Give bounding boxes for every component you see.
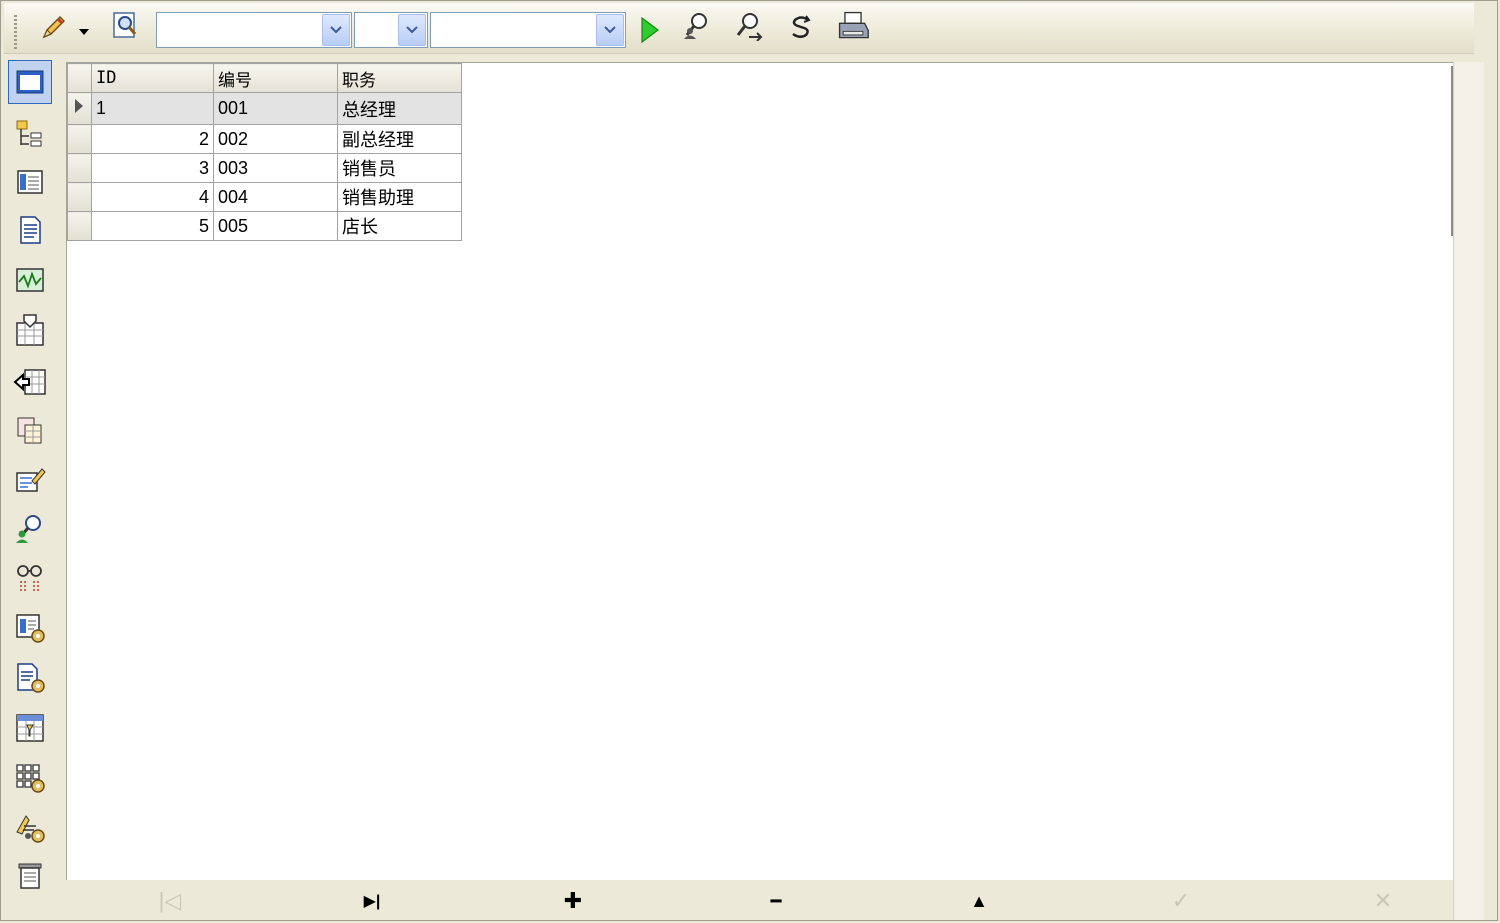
insert-record-button[interactable]: ✚ — [553, 884, 593, 918]
table-row[interactable]: 2 002 副总经理 — [67, 124, 462, 154]
last-record-button[interactable]: ▶| — [352, 884, 392, 918]
calendar-export-icon[interactable] — [8, 308, 52, 352]
cell-code[interactable]: 002 — [213, 124, 338, 154]
cell-code[interactable]: 005 — [213, 211, 338, 241]
cancel-record-icon: ✕ — [1373, 888, 1393, 913]
top-toolbar — [4, 3, 1474, 54]
tree-hierarchy-icon[interactable] — [8, 112, 52, 156]
cell-code[interactable]: 003 — [213, 153, 338, 183]
grid-filter-icon[interactable] — [8, 706, 52, 750]
cell-id[interactable]: 5 — [91, 211, 214, 241]
cell-id[interactable]: 2 — [91, 124, 214, 154]
table-row[interactable]: 1 001 总经理 — [67, 92, 462, 125]
first-record-icon: |◁ — [158, 888, 182, 913]
toolbar-grip[interactable] — [14, 15, 17, 49]
column-header-id[interactable]: ID — [91, 63, 214, 93]
cell-id[interactable]: 3 — [91, 153, 214, 183]
chevron-down-icon[interactable] — [398, 14, 426, 46]
row-indicator[interactable] — [67, 153, 92, 183]
refresh-s-icon[interactable] — [784, 10, 818, 44]
run-play-icon[interactable] — [632, 13, 666, 47]
chevron-down-icon[interactable] — [596, 14, 624, 46]
grid-multi-icon[interactable] — [8, 408, 52, 452]
cell-id[interactable]: 4 — [91, 182, 214, 212]
row-indicator[interactable] — [67, 182, 92, 212]
chevron-down-icon[interactable] — [322, 14, 350, 46]
cell-title[interactable]: 销售助理 — [337, 182, 462, 212]
cell-title[interactable]: 店长 — [337, 211, 462, 241]
table-row[interactable]: 4 004 销售助理 — [67, 182, 462, 212]
print-icon[interactable] — [836, 9, 870, 43]
form-settings-icon[interactable] — [8, 606, 52, 650]
table-row[interactable]: 5 005 店长 — [67, 211, 462, 241]
cell-code[interactable]: 004 — [213, 182, 338, 212]
grid-header-row: ID 编号 职务 — [67, 63, 462, 93]
cell-title[interactable]: 总经理 — [337, 92, 462, 125]
column-header-title[interactable]: 职务 — [337, 63, 462, 93]
magnifier-page-icon[interactable] — [108, 8, 142, 42]
find-user-icon[interactable] — [680, 9, 714, 43]
lookup-glasses-icon[interactable] — [8, 556, 52, 600]
cell-title[interactable]: 销售员 — [337, 153, 462, 183]
post-record-button[interactable]: ✓ — [1161, 884, 1201, 918]
current-row-arrow-icon — [75, 99, 83, 113]
user-search-icon[interactable] — [8, 506, 52, 550]
grid-panel: ID 编号 职务 1 001 总经理 2 002 副总经理 3 003 销售员 … — [66, 62, 1454, 881]
dropdown-arrow-icon[interactable] — [74, 15, 94, 49]
edit-form-icon[interactable] — [8, 458, 52, 502]
vertical-scrollbar[interactable] — [1453, 62, 1484, 920]
delete-record-icon: ━ — [770, 890, 782, 911]
window-view-icon[interactable] — [8, 60, 52, 104]
record-navigator: |◁ ▶| ✚ ━ ▲ ✓ ✕ — [66, 880, 1453, 920]
first-record-button[interactable]: |◁ — [150, 884, 190, 918]
cell-id[interactable]: 1 — [91, 92, 214, 125]
table-row[interactable]: 3 003 销售员 — [67, 153, 462, 183]
cell-title[interactable]: 副总经理 — [337, 124, 462, 154]
data-grid: ID 编号 职务 1 001 总经理 2 002 副总经理 3 003 销售员 … — [67, 63, 462, 241]
edit-record-button[interactable]: ▲ — [959, 884, 999, 918]
filter-field-combo[interactable] — [156, 12, 352, 48]
list-form-icon[interactable] — [8, 160, 52, 204]
row-indicator[interactable] — [67, 124, 92, 154]
row-indicator[interactable] — [67, 92, 92, 125]
document-settings-icon[interactable] — [8, 656, 52, 700]
column-header-code[interactable]: 编号 — [213, 63, 338, 93]
last-record-icon: ▶| — [363, 893, 381, 910]
pencil-edit-icon[interactable] — [36, 11, 70, 45]
left-toolbar — [4, 58, 56, 920]
filter-operator-combo[interactable] — [354, 12, 428, 48]
document-icon[interactable] — [8, 208, 52, 252]
row-indicator-header — [67, 63, 92, 93]
find-next-user-icon[interactable] — [732, 9, 766, 43]
report-printer-icon[interactable] — [8, 854, 52, 898]
cell-code[interactable]: 001 — [213, 92, 338, 125]
import-grid-icon[interactable] — [8, 360, 52, 404]
chart-waveform-icon[interactable] — [8, 258, 52, 302]
grid-table-settings-icon[interactable] — [8, 756, 52, 800]
post-record-icon: ✓ — [1171, 888, 1191, 913]
edit-record-icon: ▲ — [970, 890, 988, 911]
filter-value-combo[interactable] — [430, 12, 626, 48]
insert-record-icon: ✚ — [563, 888, 583, 913]
user-settings-icon[interactable] — [8, 806, 52, 850]
cancel-record-button[interactable]: ✕ — [1363, 884, 1403, 918]
row-indicator[interactable] — [67, 211, 92, 241]
delete-record-button[interactable]: ━ — [756, 884, 796, 918]
